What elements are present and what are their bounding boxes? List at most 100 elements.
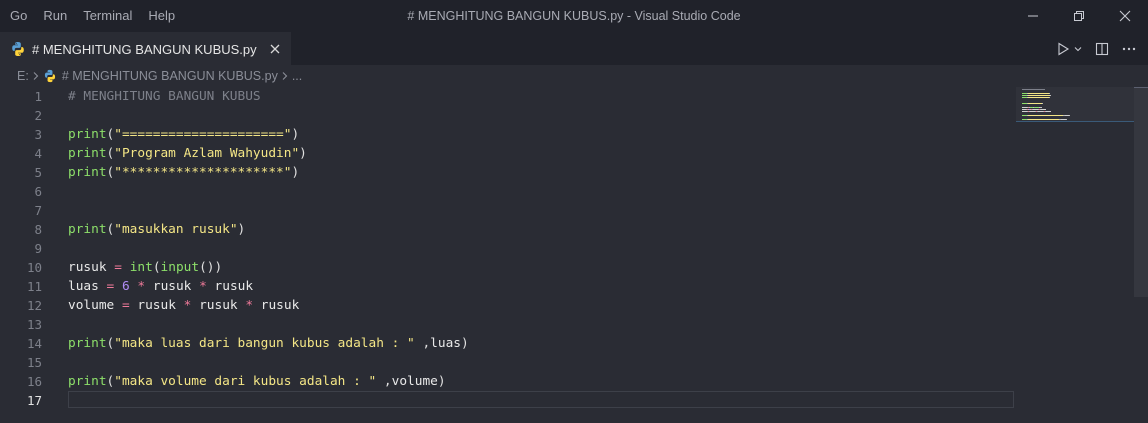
minimap-token (1042, 103, 1043, 104)
code-line[interactable]: 5 print("*********************") (0, 163, 1014, 182)
code-token: ) (460, 336, 469, 351)
chevron-down-icon (1074, 46, 1082, 51)
code-text: print("maka volume dari kubus adalah : "… (68, 372, 446, 391)
current-line-highlight (68, 391, 1014, 408)
more-actions-button[interactable] (1118, 38, 1140, 60)
code-line[interactable]: 1 # MENGHITUNG BANGUN KUBUS (0, 87, 1014, 106)
code-token: 6 (121, 279, 130, 294)
minimap-token (1022, 89, 1045, 90)
editor-actions (1053, 32, 1140, 65)
split-editor-button[interactable] (1092, 38, 1112, 60)
code-line[interactable]: 7 (0, 201, 1014, 220)
line-number: 6 (34, 184, 42, 199)
code-token: ) (291, 165, 300, 180)
minimap-token (1028, 103, 1042, 104)
python-icon (44, 69, 55, 83)
code-token: * (137, 279, 146, 294)
code-line[interactable]: 15 (0, 353, 1014, 372)
code-token: , (376, 374, 392, 389)
menu-bar: Go Run Terminal Help (0, 0, 183, 32)
restore-icon (1074, 11, 1084, 21)
code-line[interactable]: 16 print("maka volume dari kubus adalah :… (0, 372, 1014, 391)
line-number: 7 (34, 203, 42, 218)
minimap-token (1028, 115, 1063, 116)
code-text: print("masukkan rusuk") (68, 220, 245, 239)
scrollbar-cursor-marker (1134, 87, 1148, 88)
code-token: ( (152, 260, 161, 275)
menu-terminal[interactable]: Terminal (75, 0, 140, 32)
breadcrumb-drive[interactable]: E: (17, 69, 29, 83)
code-line[interactable]: 4 print("Program Azlam Wahyudin") (0, 144, 1014, 163)
line-number: 2 (34, 108, 42, 123)
code-text: # MENGHITUNG BANGUN KUBUS (68, 87, 261, 106)
code-token: rusuk (199, 298, 238, 313)
code-line[interactable]: 14 print("maka luas dari bangun kubus ada… (0, 334, 1014, 353)
line-number: 5 (34, 165, 42, 180)
close-window-button[interactable] (1102, 0, 1148, 32)
breadcrumb: E: # MENGHITUNG BANGUN KUBUS.py ... (0, 65, 1148, 87)
code-token: "maka luas dari bangun kubus adalah : " (114, 336, 415, 351)
breadcrumb-more[interactable]: ... (292, 69, 302, 83)
tab-close-button[interactable] (267, 41, 283, 57)
menu-run[interactable]: Run (35, 0, 75, 32)
code-line[interactable]: 13 (0, 315, 1014, 334)
code-line[interactable]: 10 rusuk = int(input()) (0, 258, 1014, 277)
minimap-token (1028, 95, 1050, 96)
breadcrumb-file[interactable]: # MENGHITUNG BANGUN KUBUS.py (43, 69, 278, 83)
code-token: rusuk (152, 279, 192, 294)
editor-tab[interactable]: # MENGHITUNG BANGUN KUBUS.py (0, 32, 291, 65)
code-token: print (68, 127, 107, 142)
minimap-token (1028, 93, 1049, 94)
code-token: * (199, 279, 207, 294)
code-token: rusuk (137, 298, 176, 313)
title-bar: Go Run Terminal Help # MENGHITUNG BANGUN… (0, 0, 1148, 32)
split-editor-icon (1095, 42, 1109, 55)
python-icon (12, 42, 24, 56)
code-token: "masukkan rusuk" (114, 222, 238, 237)
code-line[interactable]: 3 print("=====================") (0, 125, 1014, 144)
restore-button[interactable] (1056, 0, 1102, 32)
code-editor[interactable]: 1 # MENGHITUNG BANGUN KUBUS 2 3 print("=====… (0, 87, 1148, 423)
code-token: rusuk (260, 298, 300, 313)
code-line[interactable]: 2 (0, 106, 1014, 125)
line-number: 14 (26, 336, 42, 351)
minimap[interactable] (1018, 87, 1134, 147)
menu-go[interactable]: Go (2, 0, 35, 32)
minimap-token (1028, 119, 1059, 120)
code-line[interactable]: 6 (0, 182, 1014, 201)
code-token: print (68, 146, 107, 161)
minimap-token (1066, 119, 1067, 120)
code-token: volume (391, 374, 438, 389)
code-token: print (68, 374, 107, 389)
line-number: 4 (34, 146, 42, 161)
code-token: input (160, 260, 200, 275)
code-token: print (68, 222, 107, 237)
code-line[interactable]: 8 print("masukkan rusuk") (0, 220, 1014, 239)
code-line[interactable]: 9 (0, 239, 1014, 258)
code-token: = (114, 260, 122, 275)
code-line[interactable]: 12 volume = rusuk * rusuk * rusuk (0, 296, 1014, 315)
tab-label: # MENGHITUNG BANGUN KUBUS.py (32, 41, 257, 57)
code-line[interactable]: 11 luas = 6 * rusuk * rusuk (0, 277, 1014, 296)
code-text: rusuk = int(input()) (68, 258, 222, 277)
ellipsis-icon (1122, 47, 1136, 50)
run-button[interactable] (1053, 38, 1086, 60)
minimap-token (1050, 95, 1051, 96)
menu-help[interactable]: Help (140, 0, 183, 32)
code-token: "maka volume dari kubus adalah : " (114, 374, 377, 389)
vertical-scrollbar[interactable] (1134, 87, 1148, 297)
minimap-token (1039, 107, 1042, 108)
minimap-token (1049, 93, 1050, 94)
line-number: 9 (34, 241, 42, 256)
code-text: print("Program Azlam Wahyudin") (68, 144, 307, 163)
line-number: 8 (34, 222, 42, 237)
minimize-button[interactable] (1010, 0, 1056, 32)
code-text: print("maka luas dari bangun kubus adala… (68, 334, 469, 353)
line-number: 15 (26, 355, 42, 370)
